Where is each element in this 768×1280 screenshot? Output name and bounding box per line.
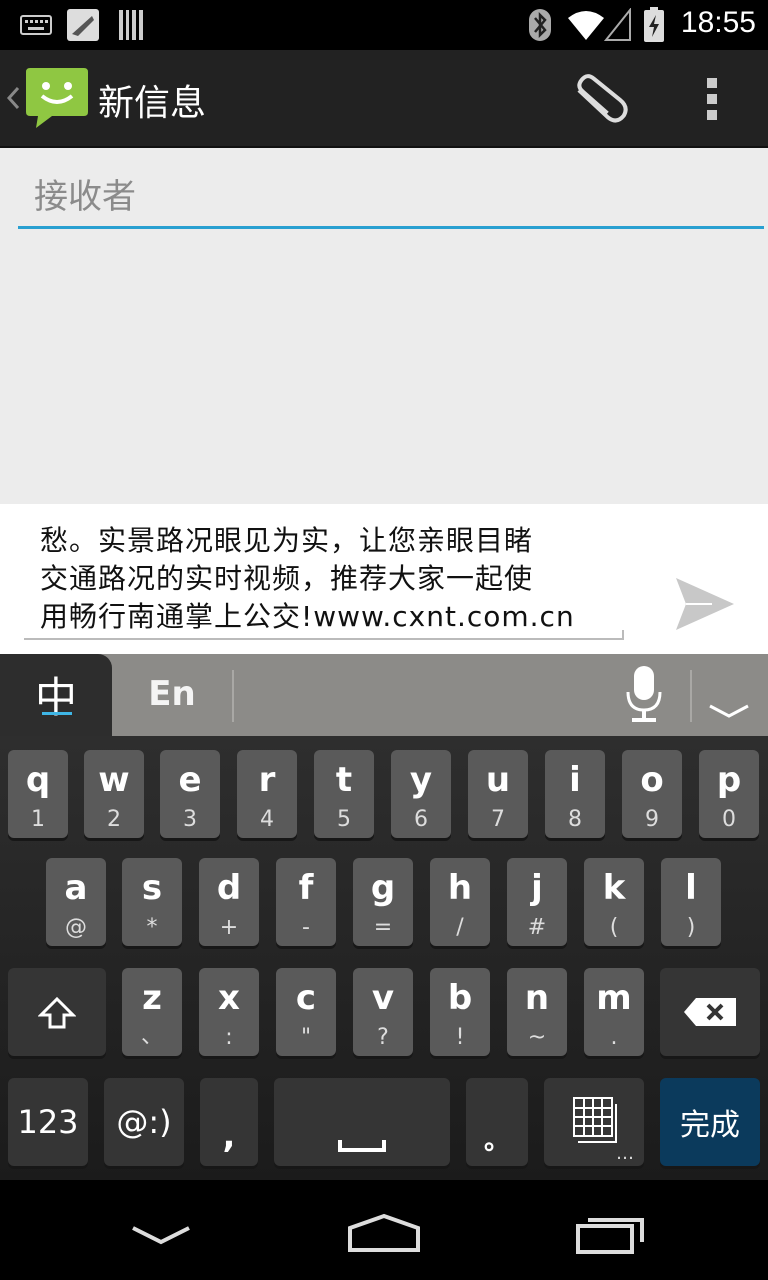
ime-toolbar: 中 En [0,654,768,736]
more-dots-icon: … [616,1143,634,1164]
ime-tab-chinese[interactable]: 中 [0,654,112,736]
hide-keyboard-chevron-icon[interactable] [708,702,750,722]
numbers-key[interactable]: 123 [8,1078,88,1166]
key-i[interactable]: i8 [545,750,605,838]
period-key[interactable]: 。 [466,1078,528,1166]
key-q[interactable]: q1 [8,750,68,838]
bluetooth-icon [529,9,551,41]
comma-key[interactable]: , [200,1078,258,1166]
wifi-signal-icon [568,8,631,41]
home-icon[interactable] [346,1212,422,1254]
key-y[interactable]: y6 [391,750,451,838]
soft-keyboard: q1 w2 e3 r4 t5 y6 u7 i8 o9 p0 a @ s * d + f… [0,736,768,1180]
active-indicator [42,712,72,715]
compose-area: 愁。实景路况眼见为实，让您亲眼目睹 交通路况的实时视频，推荐大家一起使 用畅行南… [0,504,768,654]
messaging-app-icon [26,68,88,128]
key-s[interactable]: s * [122,858,182,946]
key-p[interactable]: p0 [699,750,759,838]
up-navigation-button[interactable] [0,50,92,146]
key-m[interactable]: m. [584,968,644,1056]
key-u[interactable]: u7 [468,750,528,838]
key-r[interactable]: r4 [237,750,297,838]
message-line: 用畅行南通掌上公交!www.cxnt.com.cn [40,600,575,633]
key-h[interactable]: h / [430,858,490,946]
status-bar: 18:55 [0,0,768,50]
send-icon[interactable] [672,574,736,634]
backspace-key[interactable] [660,968,760,1056]
battery-charging-icon [644,7,664,42]
recent-apps-icon[interactable] [574,1212,646,1256]
navigation-bar [0,1180,768,1280]
overflow-menu-icon[interactable] [702,76,722,122]
key-k[interactable]: k( [584,858,644,946]
action-bar: 新信息 [0,50,768,148]
shift-arrow-icon [38,996,76,1029]
key-g[interactable]: g = [353,858,413,946]
space-bar-icon [338,1140,386,1152]
recipient-input[interactable] [18,168,764,229]
key-d[interactable]: d + [199,858,259,946]
key-c[interactable]: c " [276,968,336,1056]
message-input[interactable]: 愁。实景路况眼见为实，让您亲眼目睹 交通路况的实时视频，推荐大家一起使 用畅行南… [40,522,600,636]
keyboard-icon [20,15,52,35]
ime-tab-english-label: En [148,674,196,714]
message-underline [24,638,624,640]
barcode-icon [119,10,143,40]
key-z[interactable]: z、 [122,968,182,1056]
clock: 18:55 [680,6,756,39]
grid-keyboard-icon [573,1097,617,1143]
microphone-icon[interactable] [624,664,664,726]
key-w[interactable]: w2 [84,750,144,838]
key-l[interactable]: l) [661,858,721,946]
key-e[interactable]: e3 [160,750,220,838]
key-a[interactable]: a @ [46,858,106,946]
key-n[interactable]: n ~ [507,968,567,1056]
message-underline-tick [622,630,624,640]
key-f[interactable]: f- [276,858,336,946]
emoticon-key[interactable]: @:) [104,1078,184,1166]
notification-app-icon [67,9,99,41]
message-line: 交通路况的实时视频，推荐大家一起使 [40,562,534,595]
divider [232,670,234,722]
key-o[interactable]: o9 [622,750,682,838]
key-v[interactable]: v? [353,968,413,1056]
backspace-icon [684,998,736,1026]
key-t[interactable]: t5 [314,750,374,838]
done-key[interactable]: 完成 [660,1078,760,1166]
ime-tab-chinese-label: 中 [34,673,77,722]
ime-tab-english[interactable]: En [112,654,232,736]
back-caret-icon [6,86,20,110]
divider [690,670,692,722]
key-j[interactable]: j # [507,858,567,946]
handwriting-keyboard-key[interactable]: … [544,1078,644,1166]
recipient-area [0,148,768,504]
key-b[interactable]: b! [430,968,490,1056]
message-line: 愁。实景路况眼见为实，让您亲眼目睹 [40,524,534,557]
key-x[interactable]: x: [199,968,259,1056]
back-chevron-icon[interactable] [130,1224,192,1248]
shift-key[interactable] [8,968,106,1056]
page-title: 新信息 [98,83,207,124]
attach-paperclip-icon[interactable] [570,74,630,126]
space-key[interactable] [274,1078,450,1166]
